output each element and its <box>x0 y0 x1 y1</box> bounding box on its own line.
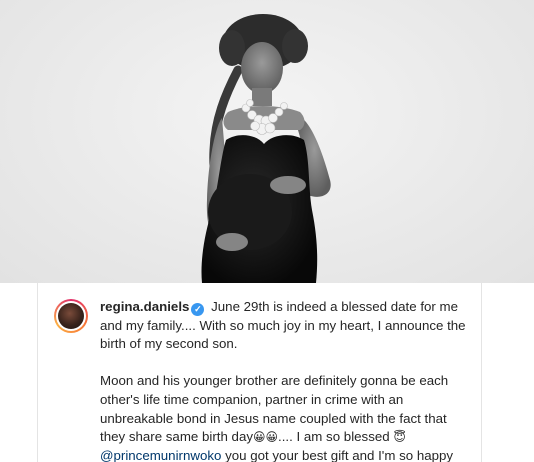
caption-paragraph-2: Moon and his younger brother are definit… <box>100 372 475 462</box>
mention-link[interactable]: @princemunirnwoko <box>100 448 221 462</box>
maternity-photo-illustration <box>201 14 331 283</box>
caption-text: regina.daniels ✓ June 29th is indeed a bl… <box>100 298 475 462</box>
verified-badge-icon: ✓ <box>191 303 205 316</box>
grinning-emoji-icon: 😀😀 <box>253 430 279 445</box>
caption-second-text-b: .... I am so blessed <box>278 429 394 445</box>
caption-paragraph-1: regina.daniels ✓ June 29th is indeed a bl… <box>100 298 475 354</box>
avatar-frame <box>56 301 86 331</box>
post-caption-card: regina.daniels ✓ June 29th is indeed a bl… <box>37 283 482 462</box>
post-photo <box>0 0 534 283</box>
profile-avatar[interactable] <box>54 299 88 333</box>
halo-emoji-icon: 😇 <box>393 430 406 445</box>
avatar-image <box>58 303 84 329</box>
username-link[interactable]: regina.daniels <box>100 299 189 314</box>
